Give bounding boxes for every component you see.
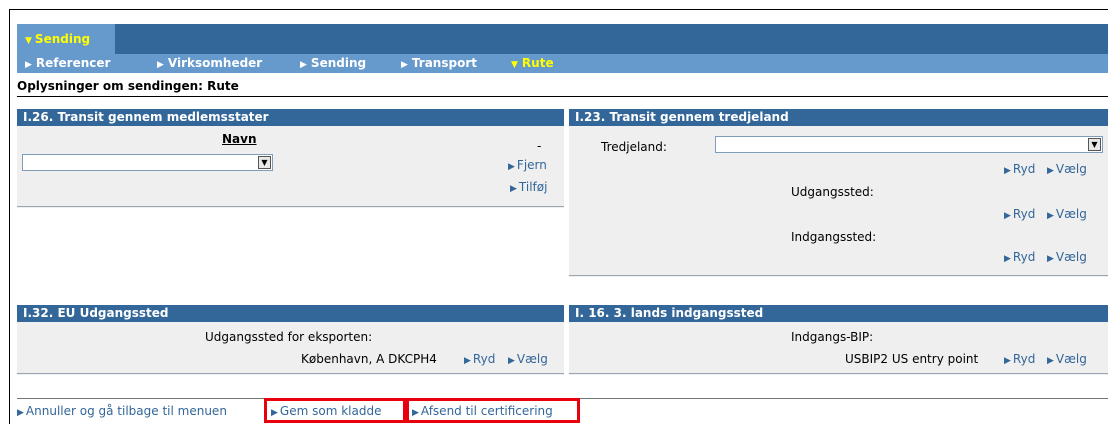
chevron-down-icon: ▼ [25, 36, 32, 46]
triangle-right-icon: ▶ [412, 408, 419, 418]
triangle-right-icon: ▶ [1004, 254, 1011, 264]
country-choose-link[interactable]: ▶ Vælg [1047, 162, 1087, 179]
save-draft-link[interactable]: ▶ Gem som kladde [271, 404, 381, 421]
subnav-item-referencer[interactable]: ▶ Referencer [25, 54, 110, 75]
panel-underline [569, 373, 1108, 374]
triangle-right-icon: ▶ [508, 162, 515, 172]
triangle-right-icon: ▶ [300, 60, 307, 70]
panel-title: I.32. EU Udgangssted [17, 305, 564, 322]
remove-link[interactable]: ▶ Fjern [508, 158, 547, 175]
entry-choose-link[interactable]: ▶ Vælg [1047, 250, 1087, 267]
main-nav-bar [17, 24, 1108, 54]
entry-point-label: Indgangssted: [791, 230, 877, 244]
panel-title: I.26. Transit gennem medlemsstater [17, 109, 564, 126]
panel-eu-exit: I.32. EU Udgangssted Udgangssted for eks… [17, 305, 564, 375]
triangle-right-icon: ▶ [17, 408, 24, 418]
triangle-right-icon: ▶ [1047, 356, 1054, 366]
sub-nav-bar: ▶ Referencer ▶ Virksomheder ▶ Sending ▶ Tran… [17, 54, 1108, 73]
subnav-label: Referencer [35, 56, 111, 70]
country-clear-link[interactable]: ▶ Ryd [1004, 162, 1035, 179]
subnav-item-sending[interactable]: ▶ Sending [300, 54, 366, 75]
triangle-right-icon: ▶ [508, 356, 515, 366]
subnav-label: Sending [310, 56, 367, 70]
triangle-right-icon: ▶ [1047, 166, 1054, 176]
entry-bip-value: USBIP2 US entry point [845, 352, 979, 366]
column-header-navn: Navn [222, 132, 257, 146]
exit-point-label: Udgangssted: [791, 185, 874, 199]
entry-clear-link[interactable]: ▶ Ryd [1004, 250, 1035, 267]
column-header-dash: - [537, 139, 542, 153]
third-country-label: Tredjeland: [601, 140, 667, 154]
panel-underline [569, 275, 1108, 276]
panel-transit-third-countries: I.23. Transit gennem tredjeland Tredjela… [569, 109, 1108, 277]
triangle-right-icon: ▶ [1047, 211, 1054, 221]
export-exit-choose-link[interactable]: ▶ Vælg [508, 352, 548, 369]
subnav-item-rute[interactable]: ▼ Rute [511, 54, 554, 75]
dropdown-arrow-icon: ▼ [1088, 138, 1101, 151]
triangle-right-icon: ▶ [464, 356, 471, 366]
triangle-right-icon: ▶ [25, 60, 32, 70]
triangle-right-icon: ▶ [1047, 254, 1054, 264]
submit-certification-link[interactable]: ▶ Afsend til certificering [412, 404, 553, 421]
triangle-right-icon: ▶ [157, 60, 164, 70]
panel-third-country-entry: I. 16. 3. lands indgangssted Indgangs-BI… [569, 305, 1108, 375]
member-state-select[interactable]: ▼ [22, 154, 273, 171]
triangle-right-icon: ▶ [1004, 356, 1011, 366]
panel-title: I.23. Transit gennem tredjeland [569, 109, 1108, 126]
tab-sending[interactable]: ▼ Sending [17, 24, 115, 54]
chevron-down-icon: ▼ [511, 60, 518, 70]
subnav-item-transport[interactable]: ▶ Transport [401, 54, 477, 75]
panel-underline [17, 206, 564, 207]
entry-bip-clear-link[interactable]: ▶ Ryd [1004, 352, 1035, 369]
export-exit-clear-link[interactable]: ▶ Ryd [464, 352, 495, 369]
cancel-link[interactable]: ▶ Annuller og gå tilbage til menuen [17, 404, 227, 421]
triangle-right-icon: ▶ [271, 408, 278, 418]
entry-bip-label: Indgangs-BIP: [791, 330, 874, 344]
entry-bip-choose-link[interactable]: ▶ Vælg [1047, 352, 1087, 369]
subnav-item-virksomheder[interactable]: ▶ Virksomheder [157, 54, 262, 75]
exit-choose-link[interactable]: ▶ Vælg [1047, 207, 1087, 224]
export-exit-value: København, A DKCPH4 [301, 352, 437, 366]
panel-underline [17, 373, 564, 374]
triangle-right-icon: ▶ [510, 184, 517, 194]
dropdown-arrow-icon: ▼ [258, 156, 271, 169]
add-link[interactable]: ▶ Tilføj [510, 180, 547, 197]
subnav-label: Virksomheder [167, 56, 263, 70]
panel-title: I. 16. 3. lands indgangssted [569, 305, 1108, 322]
tab-sending-label: Sending [34, 32, 91, 46]
page-title: Oplysninger om sendingen: Rute [17, 79, 239, 93]
export-exit-label: Udgangssted for eksporten: [205, 330, 373, 344]
panel-transit-member-states: I.26. Transit gennem medlemsstater Navn … [17, 109, 564, 208]
subnav-label: Transport [411, 56, 477, 70]
title-divider [17, 96, 1108, 97]
third-country-select[interactable]: ▼ [715, 136, 1103, 153]
triangle-right-icon: ▶ [1004, 166, 1011, 176]
triangle-right-icon: ▶ [1004, 211, 1011, 221]
subnav-label: Rute [521, 56, 554, 70]
triangle-right-icon: ▶ [401, 60, 408, 70]
exit-clear-link[interactable]: ▶ Ryd [1004, 207, 1035, 224]
